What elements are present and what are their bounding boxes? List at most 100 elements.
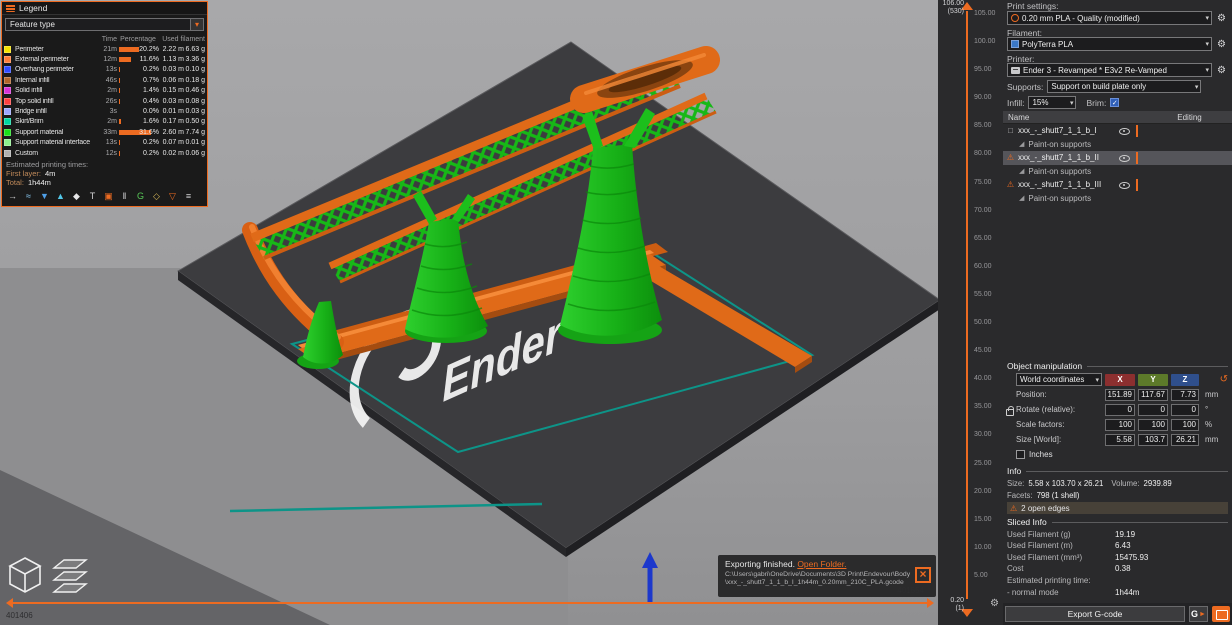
object-subitem-row[interactable]: ◢ Paint-on supports — [1003, 165, 1232, 179]
legend-row[interactable]: Solid infill 2m 1.4% 0.15 m 0.46 g — [2, 86, 207, 96]
layer-slider-track[interactable] — [966, 11, 968, 599]
object-row[interactable]: □ xxx_-_shutt7_1_1_b_I — [1003, 124, 1232, 138]
value-y-field[interactable]: 0 — [1138, 403, 1168, 416]
object-row[interactable]: ⚠ xxx_-_shutt7_1_1_b_III — [1003, 178, 1232, 192]
filament-select[interactable]: PolyTerra PLA ▾ — [1007, 37, 1212, 51]
mesh-warning-row[interactable]: ⚠ 2 open edges — [1007, 502, 1228, 514]
view-type-select[interactable]: Feature type ▾ — [5, 18, 204, 31]
used-length: 0.03 m — [162, 97, 184, 105]
seams-icon[interactable]: ◆ — [71, 190, 82, 202]
export-gcode-icon-button[interactable]: G ► — [1189, 606, 1208, 622]
settings-gear-icon[interactable]: ⚙ — [990, 598, 999, 609]
open-folder-link[interactable]: Open Folder. — [797, 559, 846, 569]
paint-edit-icon[interactable] — [1136, 151, 1138, 164]
chevron-down-icon: ▾ — [1095, 376, 1099, 384]
value-z-field[interactable]: 100 — [1171, 418, 1199, 431]
editor-view-toggle[interactable] — [8, 556, 44, 596]
printer-gear-button[interactable]: ⚙ — [1215, 64, 1228, 77]
filament-value: PolyTerra PLA — [1022, 39, 1074, 49]
shells-icon[interactable]: ◇ — [151, 190, 162, 202]
retractions-icon[interactable]: ▼ — [39, 190, 50, 202]
feature-time: 2m — [107, 87, 117, 95]
volume-value: 2939.89 — [1143, 479, 1172, 488]
3d-viewport[interactable]: Ender Legend Feature type ▾ Time Percent… — [0, 0, 938, 625]
tool-marker-icon[interactable]: ▽ — [167, 190, 178, 202]
object-name: xxx_-_shutt7_1_1_b_I — [1018, 126, 1097, 136]
uniform-scale-lock-icon[interactable] — [1006, 406, 1014, 416]
legend-row[interactable]: Custom 12s 0.2% 0.02 m 0.06 g — [2, 148, 207, 158]
legend-titlebar[interactable]: Legend — [2, 2, 207, 15]
send-to-printer-button[interactable] — [1212, 606, 1230, 622]
used-length: 2.22 m — [162, 45, 184, 53]
print-settings-gear-button[interactable]: ⚙ — [1215, 12, 1228, 25]
chevron-down-icon[interactable]: ▾ — [190, 19, 203, 30]
object-row[interactable]: ⚠ xxx_-_shutt7_1_1_b_II — [1003, 151, 1232, 165]
reset-rotation-icon[interactable]: ↺ — [1202, 374, 1228, 385]
legend-row[interactable]: Bridge infill 3s 0.0% 0.01 m 0.03 g — [2, 106, 207, 116]
legend-row[interactable]: Internal infill 46s 0.7% 0.06 m 0.18 g — [2, 75, 207, 85]
toast-close-button[interactable]: × — [915, 567, 931, 583]
infill-label: Infill: — [1007, 97, 1025, 108]
value-x-field[interactable]: 151.89 — [1105, 388, 1135, 401]
tool-changes-icon[interactable]: T — [87, 190, 98, 202]
legend-row[interactable]: Perimeter 21m 20.2% 2.22 m 6.63 g — [2, 44, 207, 54]
feature-color-swatch — [4, 108, 11, 116]
paint-edit-icon[interactable] — [1136, 178, 1138, 191]
axis-x-label: X — [1105, 373, 1135, 386]
eye-icon[interactable] — [1118, 152, 1130, 163]
move-slider-right-handle[interactable] — [927, 598, 938, 608]
inches-checkbox[interactable] — [1016, 450, 1025, 459]
value-x-field[interactable]: 100 — [1105, 418, 1135, 431]
pause-prints-icon[interactable]: ‖ — [119, 190, 130, 202]
infill-select[interactable]: 15% ▾ — [1028, 96, 1077, 109]
legend-row[interactable]: External perimeter 12m 11.6% 1.13 m 3.36… — [2, 54, 207, 64]
eye-icon[interactable] — [1118, 125, 1130, 136]
value-x-field[interactable]: 0 — [1105, 403, 1135, 416]
value-z-field[interactable]: 26.21 — [1171, 433, 1199, 446]
used-weight: 0.08 g — [185, 97, 205, 105]
eye-icon[interactable] — [1118, 179, 1130, 190]
legend-row[interactable]: Skirt/Brim 2m 1.6% 0.17 m 0.50 g — [2, 117, 207, 127]
move-slider-left-handle[interactable] — [1, 598, 13, 608]
col-time: Time — [101, 35, 117, 43]
travel-icon[interactable]: → — [7, 190, 18, 202]
legend-toggle-icon[interactable]: ≡ — [183, 190, 194, 202]
object-subitem-row[interactable]: ◢ Paint-on supports — [1003, 192, 1232, 206]
value-x-field[interactable]: 5.58 — [1105, 433, 1135, 446]
supports-select[interactable]: Support on build plate only ▾ — [1047, 80, 1202, 93]
object-manipulation-panel: Object manipulation World coordinates ▾ … — [1006, 361, 1228, 459]
legend-row[interactable]: Support material interface 13s 0.2% 0.07… — [2, 138, 207, 148]
layer-tick-label: 20.00 — [974, 487, 992, 495]
chevron-down-icon: ▾ — [1069, 99, 1074, 107]
brim-checkbox[interactable]: ✓ — [1110, 98, 1120, 107]
used-length: 1.13 m — [162, 56, 184, 64]
legend-row[interactable]: Overhang perimeter 13s 0.2% 0.03 m 0.10 … — [2, 65, 207, 75]
legend-title: Legend — [19, 3, 48, 13]
manipulation-row: Rotate (relative): 0 0 0 ° — [1007, 403, 1228, 416]
deretractions-icon[interactable]: ▲ — [55, 190, 66, 202]
wipe-icon[interactable]: ≈ — [23, 190, 34, 202]
value-z-field[interactable]: 0 — [1171, 403, 1199, 416]
color-changes-icon[interactable]: ▣ — [103, 190, 114, 202]
coordinates-select[interactable]: World coordinates ▾ — [1016, 373, 1102, 386]
print-settings-select[interactable]: 0.20 mm PLA - Quality (modified) ▾ — [1007, 11, 1212, 25]
custom-gcodes-icon[interactable]: G — [135, 190, 146, 202]
preview-view-toggle[interactable] — [52, 556, 90, 596]
percentage-value: 0.2% — [143, 149, 159, 157]
object-subitem-row[interactable]: ◢ Paint-on supports — [1003, 138, 1232, 152]
printer-select[interactable]: Ender 3 - Revamped * E3v2 Re-Vamped ▾ — [1007, 63, 1212, 77]
legend-row[interactable]: Top solid infill 26s 0.4% 0.03 m 0.08 g — [2, 96, 207, 106]
value-z-field[interactable]: 7.73 — [1171, 388, 1199, 401]
used-weight: 0.01 g — [185, 139, 205, 147]
feature-name: Top solid infill — [15, 97, 54, 105]
value-y-field[interactable]: 100 — [1138, 418, 1168, 431]
legend-row[interactable]: Support material 33m 31.6% 2.60 m 7.74 g — [2, 127, 207, 137]
filament-gear-button[interactable]: ⚙ — [1215, 38, 1228, 51]
export-gcode-button[interactable]: Export G-code — [1005, 606, 1185, 622]
used-weight: 0.06 g — [185, 149, 205, 157]
move-slider-track[interactable] — [9, 602, 927, 604]
paint-edit-icon[interactable] — [1136, 124, 1138, 137]
value-y-field[interactable]: 103.7 — [1138, 433, 1168, 446]
value-y-field[interactable]: 117.67 — [1138, 388, 1168, 401]
move-slider-max-value: 401554 — [897, 586, 924, 595]
